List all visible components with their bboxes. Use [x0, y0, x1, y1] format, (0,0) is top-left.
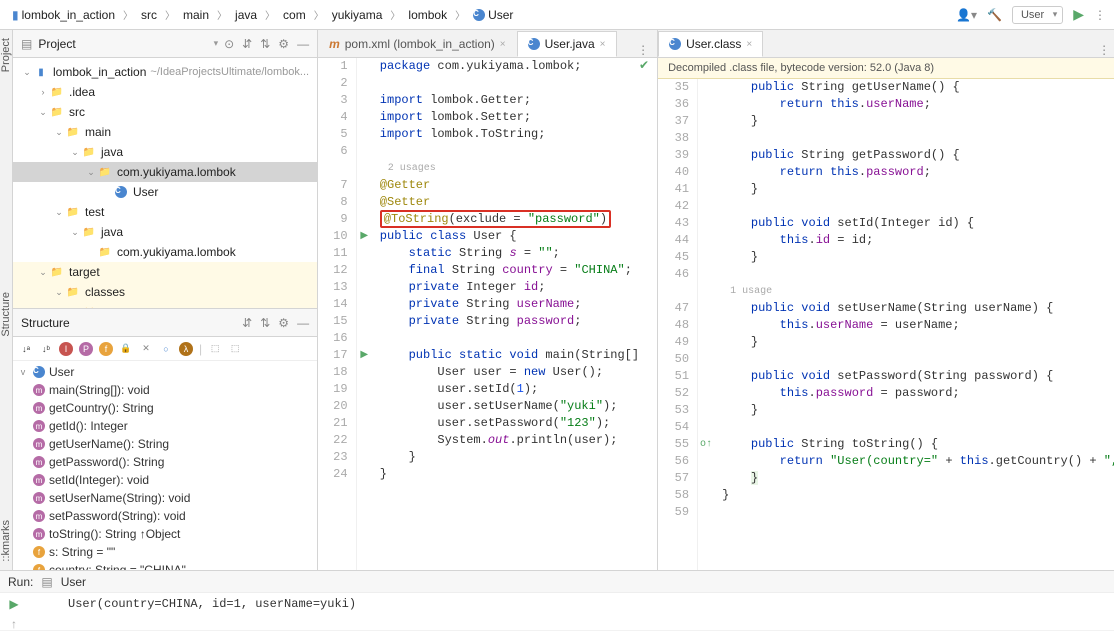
project-panel-header: ▤ Project ▾ ⊙ ⇵ ⇅ ⚙ — [13, 30, 317, 58]
breadcrumb-item[interactable]: ▮ lombok_in_action [8, 6, 119, 24]
autoscroll2-icon[interactable]: ⬚ [228, 342, 242, 356]
structure-panel: Structure ⇵ ⇅ ⚙ — ↓ᵃ ↓ᵇ I P f 🔒 ✕ ○ λ | [13, 308, 317, 570]
structure-panel-header: Structure ⇵ ⇅ ⚙ — [13, 309, 317, 337]
structure-item[interactable]: mtoString(): String ↑Object [13, 525, 317, 543]
structure-root[interactable]: v C User [13, 363, 317, 381]
more-icon[interactable]: ⋮ [1094, 8, 1106, 22]
tree-row[interactable]: CUser [13, 182, 317, 202]
close-icon[interactable]: × [746, 39, 752, 50]
decompiled-banner: Decompiled .class file, bytecode version… [658, 58, 1114, 79]
collapse-icon[interactable]: ⇅ [260, 316, 270, 330]
top-right-controls: 👤▾ 🔨 User ▶ ⋮ [956, 6, 1106, 24]
tree-row[interactable]: ⌄📁com.yukiyama.lombok [13, 162, 317, 182]
hide-icon[interactable]: — [297, 316, 309, 330]
breadcrumb-item[interactable]: com [279, 6, 310, 24]
breadcrumb-item[interactable]: java [231, 6, 261, 24]
structure-panel-title: Structure [21, 316, 236, 330]
tree-row[interactable]: ⌄📁main [13, 122, 317, 142]
tab-bookmarks[interactable]: ::kmarks [0, 520, 12, 562]
structure-item[interactable]: mgetCountry(): String [13, 399, 317, 417]
locate-icon[interactable]: ⊙ [224, 37, 234, 51]
editor-area: mpom.xml (lombok_in_action)×CUser.java× … [318, 30, 1114, 570]
tree-row[interactable]: ⌄📁src [13, 102, 317, 122]
class-icon: C [33, 366, 45, 378]
structure-item[interactable]: mgetId(): Integer [13, 417, 317, 435]
breadcrumb-item[interactable]: lombok [404, 6, 451, 24]
filter-o-icon[interactable]: ○ [159, 342, 173, 356]
right-editor: CUser.class× ⋮ Decompiled .class file, b… [658, 30, 1114, 570]
left-code-body[interactable]: 123456789101112131415161718192021222324 … [318, 58, 657, 570]
sort-visibility-icon[interactable]: ↓ᵇ [39, 342, 53, 356]
structure-item[interactable]: mgetUserName(): String [13, 435, 317, 453]
structure-item[interactable]: fcountry: String = "CHINA" [13, 561, 317, 570]
structure-item[interactable]: msetId(Integer): void [13, 471, 317, 489]
tree-row[interactable]: 📁com.yukiyama.lombok [13, 242, 317, 262]
expand-icon[interactable]: ⇵ [242, 316, 252, 330]
run-panel: Run: ▤ User ▶ ↑ User(country=CHINA, id=1… [0, 570, 1114, 630]
filter-p-icon[interactable]: P [79, 342, 93, 356]
structure-item[interactable]: msetPassword(String): void [13, 507, 317, 525]
run-output: User(country=CHINA, id=1, userName=yuki) [28, 593, 396, 631]
hammer-icon[interactable]: 🔨 [987, 8, 1002, 22]
hide-icon[interactable]: — [297, 37, 309, 51]
breadcrumb-item[interactable]: yukiyama [328, 6, 387, 24]
tab-structure[interactable]: Structure [0, 292, 12, 337]
run-config-selector[interactable]: User [1012, 6, 1063, 24]
top-bar: ▮ lombok_in_action〉src〉main〉java〉com〉yuk… [0, 0, 1114, 30]
project-tree[interactable]: ⌄▮lombok_in_action~/IdeaProjectsUltimate… [13, 58, 317, 308]
breadcrumb-item[interactable]: src [137, 6, 161, 24]
tab-menu-icon[interactable]: ⋮ [629, 43, 657, 57]
left-editor-tabs: mpom.xml (lombok_in_action)×CUser.java× … [318, 30, 657, 58]
structure-item[interactable]: mgetPassword(): String [13, 453, 317, 471]
filter-lambda-icon[interactable]: λ [179, 342, 193, 356]
build-icon[interactable]: 👤▾ [956, 8, 977, 22]
structure-item[interactable]: msetUserName(String): void [13, 489, 317, 507]
filter-lock-icon[interactable]: 🔒 [119, 342, 133, 356]
editor-tab[interactable]: CUser.java× [517, 31, 617, 57]
tree-row[interactable]: ⌄📁classes [13, 282, 317, 302]
structure-toolbar: ↓ᵃ ↓ᵇ I P f 🔒 ✕ ○ λ | ⬚ ⬚ [13, 337, 317, 361]
tree-row[interactable]: ⌄▮lombok_in_action~/IdeaProjectsUltimate… [13, 62, 317, 82]
tool-window-tabs-left: Project Structure ::kmarks [0, 30, 13, 570]
project-panel-title: Project [38, 37, 207, 51]
tab-project[interactable]: Project [0, 38, 12, 72]
run-config-name: User [61, 575, 86, 589]
settings-icon[interactable]: ⚙ [278, 316, 289, 330]
run-panel-title: Run: [8, 575, 33, 589]
tree-row[interactable]: ⌄📁target [13, 262, 317, 282]
editor-tab[interactable]: CUser.class× [658, 31, 763, 57]
tree-row[interactable]: ⌄📁java [13, 142, 317, 162]
tree-row[interactable]: ⌄📁java [13, 222, 317, 242]
structure-item[interactable]: mmain(String[]): void [13, 381, 317, 399]
collapse-icon[interactable]: ⇅ [260, 37, 270, 51]
tab-menu-icon[interactable]: ⋮ [1090, 43, 1114, 57]
structure-root-label: User [49, 365, 74, 379]
left-editor: mpom.xml (lombok_in_action)×CUser.java× … [318, 30, 658, 570]
editor-tab[interactable]: mpom.xml (lombok_in_action)× [318, 31, 517, 57]
up-icon[interactable]: ↑ [11, 617, 17, 631]
inspection-ok-icon[interactable]: ✔ [639, 58, 649, 75]
tree-row[interactable]: ⌄📁test [13, 202, 317, 222]
breadcrumb: ▮ lombok_in_action〉src〉main〉java〉com〉yuk… [8, 6, 956, 24]
run-button[interactable]: ▶ [1073, 6, 1084, 23]
filter-w-icon[interactable]: ✕ [139, 342, 153, 356]
filter-i-icon[interactable]: I [59, 342, 73, 356]
right-editor-tabs: CUser.class× ⋮ [658, 30, 1114, 58]
filter-f-icon[interactable]: f [99, 342, 113, 356]
tree-row[interactable]: ›📁.idea [13, 82, 317, 102]
structure-item[interactable]: fs: String = "" [13, 543, 317, 561]
expand-icon[interactable]: ⇵ [242, 37, 252, 51]
close-icon[interactable]: × [600, 39, 606, 50]
breadcrumb-item[interactable]: C User [469, 6, 517, 24]
sort-icon[interactable]: ↓ᵃ [19, 342, 33, 356]
right-code-body[interactable]: 3536373839404142434445464748495051525354… [658, 79, 1114, 570]
close-icon[interactable]: × [500, 39, 506, 50]
breadcrumb-item[interactable]: main [179, 6, 213, 24]
settings-icon[interactable]: ⚙ [278, 37, 289, 51]
structure-list[interactable]: v C User mmain(String[]): voidmgetCountr… [13, 361, 317, 570]
rerun-icon[interactable]: ▶ [9, 597, 18, 611]
left-panel: ▤ Project ▾ ⊙ ⇵ ⇅ ⚙ — ⌄▮lombok_in_action… [13, 30, 318, 570]
autoscroll-icon[interactable]: ⬚ [208, 342, 222, 356]
